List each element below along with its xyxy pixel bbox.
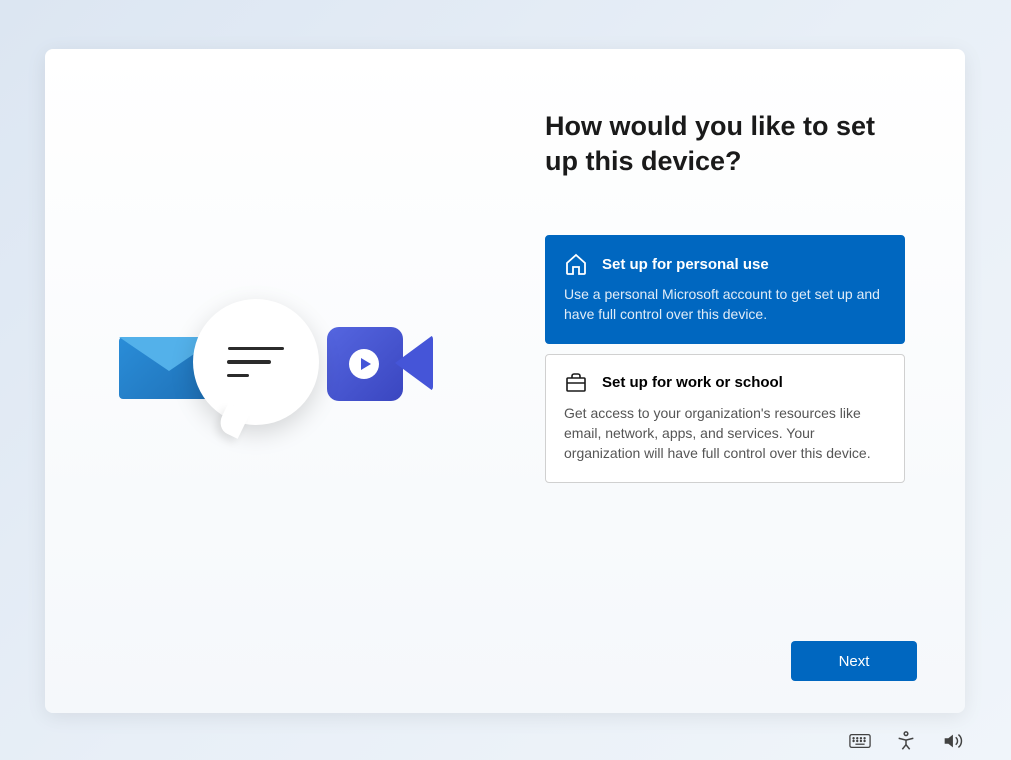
speech-bubble-icon (193, 299, 319, 425)
page-heading: How would you like to set up this device… (545, 109, 905, 179)
illustration-pane (45, 49, 505, 713)
home-icon (564, 252, 588, 276)
option-personal-use[interactable]: Set up for personal use Use a personal M… (545, 235, 905, 344)
option-description: Get access to your organization's resour… (564, 403, 886, 464)
setup-illustration (125, 291, 425, 471)
setup-card: How would you like to set up this device… (45, 49, 965, 713)
option-title: Set up for work or school (602, 374, 783, 391)
taskbar-utility-icons (849, 730, 963, 752)
option-title: Set up for personal use (602, 256, 769, 273)
content-pane: How would you like to set up this device… (505, 49, 965, 713)
video-camera-icon (327, 327, 433, 403)
briefcase-icon (564, 371, 588, 395)
option-work-school[interactable]: Set up for work or school Get access to … (545, 354, 905, 483)
option-description: Use a personal Microsoft account to get … (564, 284, 886, 325)
keyboard-icon[interactable] (849, 730, 871, 752)
accessibility-icon[interactable] (895, 730, 917, 752)
next-button[interactable]: Next (791, 641, 917, 681)
volume-icon[interactable] (941, 730, 963, 752)
